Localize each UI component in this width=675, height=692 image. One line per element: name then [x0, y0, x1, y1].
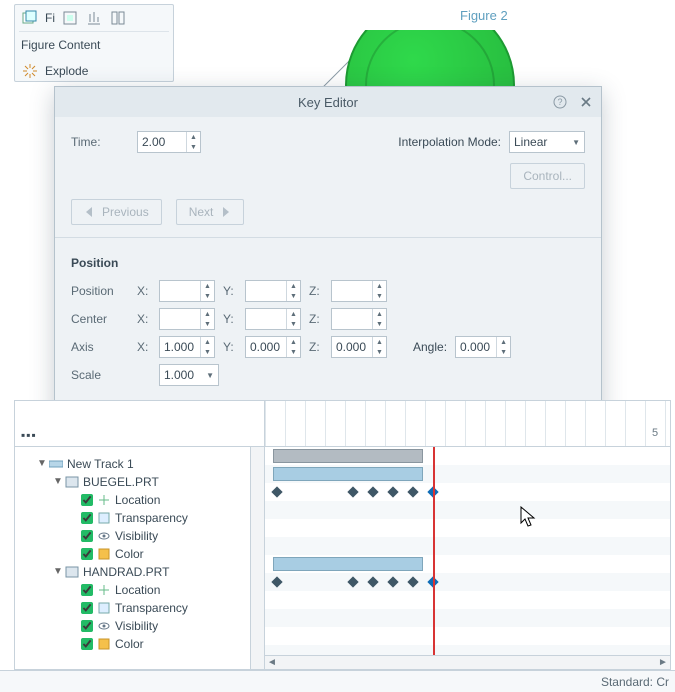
- buegel-clip[interactable]: [273, 467, 423, 481]
- color-icon: [97, 547, 111, 561]
- location-icon: [97, 493, 111, 507]
- buegel-location-check[interactable]: [81, 494, 93, 506]
- figure-title: Figure 2: [460, 8, 508, 23]
- keyframe[interactable]: [387, 486, 398, 497]
- statusbar: Standard: Cr: [0, 670, 675, 692]
- tree-part2-label[interactable]: HANDRAD.PRT: [81, 563, 171, 581]
- tool-icon-3[interactable]: [109, 9, 127, 27]
- scale-select[interactable]: 1.000▼: [159, 364, 219, 386]
- ribbon-fig-label: Fi: [45, 11, 55, 25]
- keyframe[interactable]: [271, 486, 282, 497]
- timeline-hscrollbar[interactable]: ◄ ►: [265, 655, 670, 669]
- transparency-icon: [97, 511, 111, 525]
- status-text: Standard: Cr: [601, 675, 669, 689]
- keyframe[interactable]: [347, 576, 358, 587]
- ribbon-figure-content[interactable]: Figure Content: [15, 32, 173, 58]
- center-row-label: Center: [71, 312, 129, 326]
- visibility-icon: [97, 529, 111, 543]
- close-icon[interactable]: [577, 93, 595, 111]
- keyframe[interactable]: [387, 576, 398, 587]
- tracks-area[interactable]: [265, 447, 670, 655]
- handrad-clip[interactable]: [273, 557, 423, 571]
- control-button[interactable]: Control...: [510, 163, 585, 189]
- chevron-down-icon[interactable]: ▼: [37, 455, 47, 473]
- keyframe[interactable]: [367, 576, 378, 587]
- axis-z-input[interactable]: ▲▼: [331, 336, 387, 358]
- scroll-right-icon[interactable]: ►: [656, 656, 670, 670]
- handrad-visibility-check[interactable]: [81, 620, 93, 632]
- next-button[interactable]: Next: [176, 199, 245, 225]
- keyframe[interactable]: [347, 486, 358, 497]
- color-icon: [97, 637, 111, 651]
- visibility-icon: [97, 619, 111, 633]
- handrad-location-check[interactable]: [81, 584, 93, 596]
- scale-row-label: Scale: [71, 368, 129, 382]
- timeline-tracks-panel[interactable]: 5: [265, 401, 670, 669]
- chevron-down-icon[interactable]: ▼: [53, 473, 63, 491]
- tool-icon-2[interactable]: [85, 9, 103, 27]
- track-overview-bar[interactable]: [273, 449, 423, 463]
- arrow-right-icon: [219, 207, 231, 217]
- tree-vscrollbar[interactable]: [250, 447, 264, 669]
- part-icon: [65, 565, 79, 579]
- handrad-color-check[interactable]: [81, 638, 93, 650]
- axis-x-input[interactable]: ▲▼: [159, 336, 215, 358]
- time-ruler[interactable]: 5: [265, 401, 670, 447]
- ribbon-fragment: Fi Figure Content Explode: [14, 4, 174, 82]
- chevron-down-icon: ▼: [187, 142, 200, 152]
- buegel-visibility-check[interactable]: [81, 530, 93, 542]
- location-icon: [97, 583, 111, 597]
- key-editor-dialog: Key Editor ? Time: ▲▼ Interpolation Mode…: [54, 86, 602, 447]
- buegel-transparency-check[interactable]: [81, 512, 93, 524]
- chevron-up-icon: ▲: [187, 132, 200, 142]
- position-y-input[interactable]: ▲▼: [245, 280, 301, 302]
- center-x-input[interactable]: ▲▼: [159, 308, 215, 330]
- panel-handle-icon[interactable]: ▪▪▪: [21, 428, 37, 442]
- figure-icon[interactable]: [21, 9, 39, 27]
- keyframe[interactable]: [271, 576, 282, 587]
- center-y-input[interactable]: ▲▼: [245, 308, 301, 330]
- time-input[interactable]: ▲▼: [137, 131, 201, 153]
- tool-icon-1[interactable]: [61, 9, 79, 27]
- keyframe[interactable]: [407, 576, 418, 587]
- angle-input[interactable]: ▲▼: [455, 336, 511, 358]
- axis-row-label: Axis: [71, 340, 129, 354]
- position-z-input[interactable]: ▲▼: [331, 280, 387, 302]
- ruler-tick-5: 5: [652, 427, 658, 439]
- position-section-title: Position: [71, 256, 585, 270]
- tree-track-label[interactable]: New Track 1: [65, 455, 136, 473]
- playhead[interactable]: [433, 447, 435, 655]
- chevron-down-icon[interactable]: ▼: [53, 563, 63, 581]
- buegel-color-check[interactable]: [81, 548, 93, 560]
- arrow-left-icon: [84, 207, 96, 217]
- axis-y-input[interactable]: ▲▼: [245, 336, 301, 358]
- explode-icon: [21, 62, 39, 80]
- transparency-icon: [97, 601, 111, 615]
- timeline-panel: ▪▪▪ ▼ New Track 1 ▼ BUEGEL.PRT Location: [14, 400, 671, 670]
- tree-part1-label[interactable]: BUEGEL.PRT: [81, 473, 161, 491]
- track-icon: [49, 457, 63, 471]
- center-z-input[interactable]: ▲▼: [331, 308, 387, 330]
- keyframe[interactable]: [367, 486, 378, 497]
- ribbon-explode[interactable]: Explode: [15, 58, 173, 84]
- time-label: Time:: [71, 135, 129, 149]
- position-row-label: Position: [71, 284, 129, 298]
- svg-text:?: ?: [557, 97, 562, 107]
- dialog-titlebar[interactable]: Key Editor ?: [55, 87, 601, 117]
- track-tree-panel: ▪▪▪ ▼ New Track 1 ▼ BUEGEL.PRT Location: [15, 401, 265, 669]
- previous-button[interactable]: Previous: [71, 199, 162, 225]
- part-icon: [65, 475, 79, 489]
- handrad-transparency-check[interactable]: [81, 602, 93, 614]
- track-tree[interactable]: ▼ New Track 1 ▼ BUEGEL.PRT Location Tran…: [15, 447, 264, 669]
- interp-select[interactable]: Linear ▼: [509, 131, 585, 153]
- chevron-down-icon: ▼: [572, 138, 580, 147]
- keyframe[interactable]: [407, 486, 418, 497]
- interp-label: Interpolation Mode:: [398, 135, 501, 149]
- angle-label: Angle:: [413, 340, 447, 354]
- position-x-input[interactable]: ▲▼: [159, 280, 215, 302]
- scroll-left-icon[interactable]: ◄: [265, 656, 279, 670]
- help-icon[interactable]: ?: [551, 93, 569, 111]
- dialog-title-text: Key Editor: [298, 95, 358, 110]
